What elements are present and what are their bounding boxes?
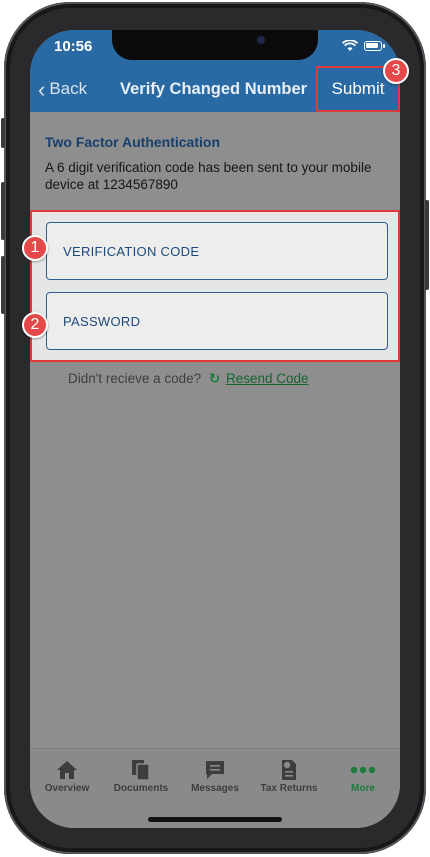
page-title: Verify Changed Number — [120, 80, 308, 98]
resend-code-link[interactable]: Resend Code — [226, 371, 309, 386]
verification-info-text: A 6 digit verification code has been sen… — [45, 160, 372, 192]
wifi-icon — [342, 40, 358, 51]
silent-switch — [1, 118, 5, 148]
verification-form: VERIFICATION CODE PASSWORD — [30, 210, 400, 362]
tab-label: Overview — [44, 783, 90, 794]
volume-up-button — [1, 182, 5, 240]
tax-return-icon — [282, 760, 296, 780]
battery-icon — [364, 41, 385, 51]
tab-messages[interactable]: Messages — [178, 757, 252, 794]
tab-documents[interactable]: Documents — [104, 757, 178, 794]
tab-label: More — [351, 783, 375, 794]
power-button — [425, 200, 429, 290]
resend-prompt: Didn't recieve a code? — [68, 371, 202, 386]
message-icon — [206, 761, 224, 779]
tab-overview[interactable]: Overview — [30, 757, 104, 794]
verification-code-input[interactable]: VERIFICATION CODE — [46, 222, 388, 280]
tab-tax-returns[interactable]: Tax Returns — [252, 757, 326, 794]
password-input[interactable]: PASSWORD — [46, 292, 388, 350]
more-dots-icon — [350, 766, 376, 774]
annotation-badge-1: 1 — [22, 235, 48, 261]
volume-down-button — [1, 256, 5, 314]
notch — [112, 30, 318, 60]
section-title: Two Factor Authentication — [45, 134, 220, 150]
home-indicator[interactable] — [148, 817, 282, 822]
home-icon — [57, 761, 77, 779]
phone-screen: 10:56 ‹ Back Verify Changed Number Submi… — [30, 30, 400, 828]
back-button[interactable]: ‹ Back — [38, 76, 88, 102]
resend-row: Didn't recieve a code? ↻ Resend Code — [68, 371, 309, 387]
tab-label: Documents — [113, 783, 169, 794]
camera-icon — [257, 36, 265, 44]
annotation-badge-2: 2 — [22, 312, 48, 338]
refresh-icon[interactable]: ↻ — [209, 371, 220, 386]
documents-icon — [132, 760, 150, 781]
back-label: Back — [49, 79, 88, 98]
tab-label: Messages — [191, 783, 239, 794]
chevron-left-icon: ‹ — [38, 76, 46, 102]
tab-bar: Overview Documents Messages Tax Returns … — [30, 748, 400, 828]
status-time: 10:56 — [54, 38, 93, 55]
annotation-badge-3: 3 — [383, 58, 409, 84]
status-bar: 10:56 — [30, 30, 400, 66]
tab-more[interactable]: More — [326, 757, 400, 794]
tab-label: Tax Returns — [260, 783, 318, 794]
